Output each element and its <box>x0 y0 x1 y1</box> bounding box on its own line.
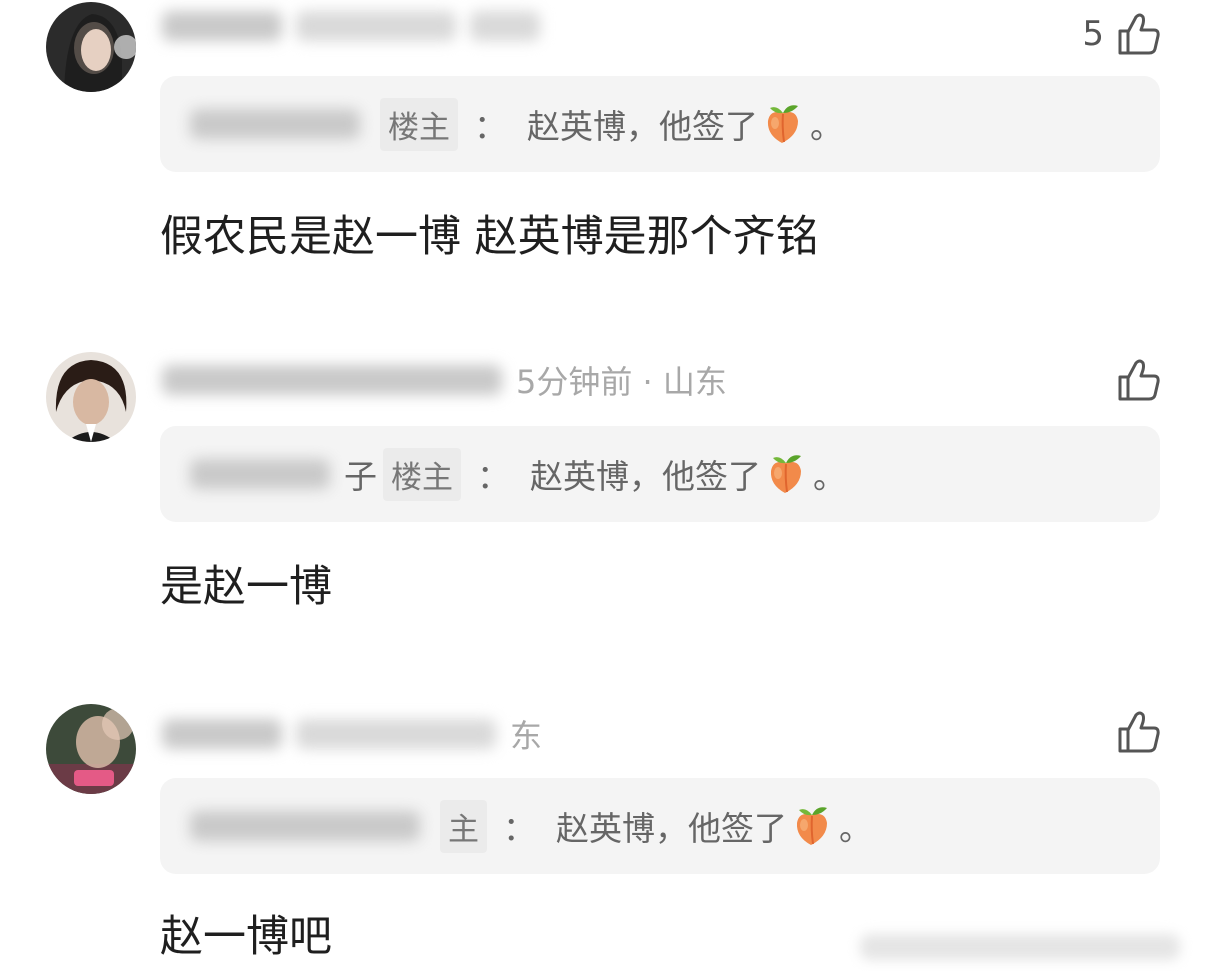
like-button[interactable] <box>1104 706 1162 758</box>
quoted-name-suffix: 子 <box>344 457 377 496</box>
quote-text: 赵英博，他签了 <box>556 809 787 848</box>
blurred-username[interactable] <box>162 11 282 41</box>
quoted-reply[interactable]: 子 楼主 ： 赵英博，他签了 。 <box>160 426 1160 522</box>
comment-meta: 5分钟前 · 山东 <box>162 358 727 402</box>
comment-meta: 东 <box>162 712 542 756</box>
blurred-footer <box>860 934 1180 960</box>
avatar[interactable] <box>46 704 136 794</box>
quote-colon: ： <box>474 107 507 146</box>
quoted-reply[interactable]: 楼主 ： 赵英博，他签了 。 <box>160 76 1160 172</box>
comment-body: 是赵一博 <box>160 562 332 612</box>
thumbs-up-icon <box>1118 711 1160 753</box>
meta-text: 5分钟前 · 山东 <box>516 363 727 401</box>
blurred-username[interactable] <box>162 365 502 395</box>
op-badge: 主 <box>440 799 487 853</box>
quote-colon: ： <box>503 809 536 848</box>
blurred-quoted-name <box>190 459 330 489</box>
quoted-username[interactable]: 子 楼主 <box>190 447 461 501</box>
avatar[interactable] <box>46 352 136 442</box>
blurred-username[interactable] <box>162 719 282 749</box>
quoted-reply[interactable]: 主 ： 赵英博，他签了 。 <box>160 778 1160 874</box>
comment-body: 赵一博吧 <box>160 912 332 962</box>
quote-end: 。 <box>813 457 846 496</box>
meta-text: 东 <box>510 717 543 755</box>
blurred-quoted-name <box>190 109 360 139</box>
comment-meta <box>162 4 554 48</box>
quote-end: 。 <box>839 809 872 848</box>
like-count: 5 <box>1082 14 1104 54</box>
op-badge: 楼主 <box>383 447 461 501</box>
like-button[interactable]: 5 <box>1082 8 1162 60</box>
thumbs-up-icon <box>1118 13 1160 55</box>
blurred-timestamp <box>296 11 456 41</box>
op-badge: 楼主 <box>380 97 458 151</box>
thumbs-up-icon <box>1118 359 1160 401</box>
blurred-location <box>470 11 540 41</box>
peach-emoji-icon <box>770 455 801 493</box>
quoted-username[interactable]: 主 <box>190 799 487 853</box>
quote-text: 赵英博，他签了 <box>530 457 761 496</box>
blurred-timestamp <box>296 719 496 749</box>
blurred-quoted-name <box>190 811 420 841</box>
comment-body: 假农民是赵一博 赵英博是那个齐铭 <box>160 212 819 262</box>
quote-text: 赵英博，他签了 <box>527 107 758 146</box>
quote-colon: ： <box>477 457 510 496</box>
quoted-username[interactable]: 楼主 <box>190 97 458 151</box>
avatar[interactable] <box>46 2 136 92</box>
quote-end: 。 <box>810 107 843 146</box>
peach-emoji-icon <box>796 807 827 845</box>
like-button[interactable] <box>1104 354 1162 406</box>
peach-emoji-icon <box>767 105 798 143</box>
